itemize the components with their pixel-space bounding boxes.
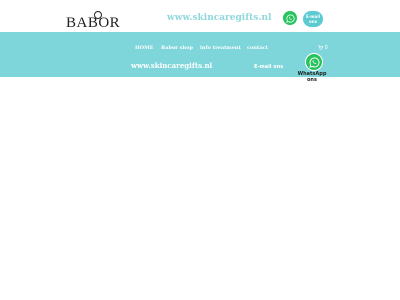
logo-mark-icon [94,11,102,19]
babor-logo[interactable]: BABOR [66,14,120,32]
site-url-link[interactable]: www.skincaregifts.nl [167,12,271,24]
whatsapp-icon [308,57,319,68]
nav-item-info-treatment[interactable]: info treatment [200,44,241,52]
floating-whatsapp-button[interactable] [305,53,323,71]
nav-item-babor-shop[interactable]: Babor shop [161,44,193,52]
band-email-link[interactable]: E-mail ons [254,63,283,71]
nav-item-contact[interactable]: contact [247,44,268,52]
floating-whatsapp-label[interactable]: WhatsApp ons [297,71,327,83]
cart-icon [318,44,324,50]
whatsapp-button[interactable] [283,11,297,25]
main-nav: HOME Babor shop info treatment contact [0,44,400,54]
email-button[interactable]: E-mail ons [303,11,323,27]
whatsapp-icon [285,13,295,23]
navigation-band: HOME Babor shop info treatment contact 0… [0,32,400,77]
band-site-url[interactable]: www.skincaregifts.nl [131,61,212,71]
top-header: BABOR www.skincaregifts.nl E-mail ons [0,0,400,32]
cart-count: 0 [324,45,328,51]
nav-item-home[interactable]: HOME [135,44,153,52]
cart-button[interactable]: 0 [318,44,328,52]
